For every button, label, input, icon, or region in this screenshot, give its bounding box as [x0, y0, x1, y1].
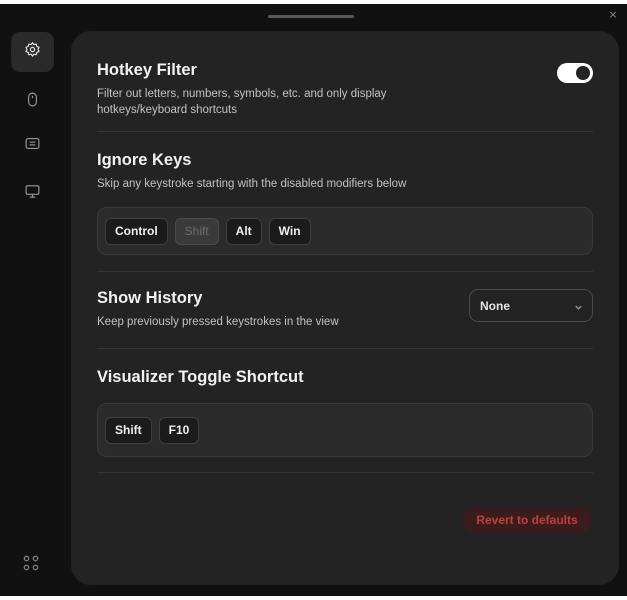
divider: [97, 348, 593, 349]
hotkey-filter-description: Filter out letters, numbers, symbols, et…: [97, 88, 387, 116]
chevron-down-icon: [574, 301, 583, 310]
sidebar-item-keyboard[interactable]: [11, 126, 54, 166]
ignore-keys-box-wrap: Control Shift Alt Win: [97, 207, 593, 255]
key-win[interactable]: Win: [268, 217, 311, 245]
grid-dots-icon[interactable]: [22, 554, 40, 572]
drag-handle[interactable]: [268, 15, 354, 18]
toggle-shortcut-box[interactable]: Shift F10: [97, 403, 593, 457]
gear-icon: [24, 41, 41, 63]
settings-panel: Hotkey Filter Filter out letters, number…: [71, 31, 619, 585]
sidebar-item-display[interactable]: [11, 174, 54, 214]
keyboard-icon: [24, 135, 41, 157]
divider: [97, 131, 593, 132]
shortcut-key-shift: Shift: [105, 416, 152, 444]
hotkey-filter-toggle[interactable]: [557, 63, 593, 83]
ignore-keys-section: Ignore Keys Skip any keystroke starting …: [97, 151, 593, 192]
revert-to-defaults-button[interactable]: Revert to defaults: [462, 507, 592, 533]
toggle-knob: [576, 66, 590, 80]
ignore-keys-box: Control Shift Alt Win: [97, 207, 593, 255]
sidebar-item-settings[interactable]: [11, 32, 54, 72]
hotkey-filter-title: Hotkey Filter: [97, 61, 197, 79]
key-alt[interactable]: Alt: [225, 217, 262, 245]
close-button[interactable]: ×: [606, 8, 620, 22]
sidebar-item-mouse[interactable]: [11, 82, 54, 122]
app-window: × Hotkey Filter Filter out letters, numb…: [0, 4, 627, 596]
show-history-section: Show History Keep previously pressed key…: [97, 289, 593, 329]
key-shift[interactable]: Shift: [174, 217, 219, 245]
show-history-select[interactable]: None: [469, 289, 593, 322]
select-value: None: [480, 298, 510, 313]
toggle-shortcut-title: Visualizer Toggle Shortcut: [97, 368, 304, 386]
key-control[interactable]: Control: [105, 217, 168, 245]
divider: [97, 472, 593, 473]
ignore-keys-title: Ignore Keys: [97, 151, 192, 169]
mouse-icon: [24, 91, 41, 113]
hotkey-filter-section: Hotkey Filter Filter out letters, number…: [97, 61, 593, 118]
monitor-icon: [24, 183, 41, 205]
ignore-keys-description: Skip any keystroke starting with the dis…: [97, 178, 407, 190]
sidebar: [0, 4, 68, 596]
toggle-shortcut-section: Visualizer Toggle Shortcut: [97, 368, 593, 387]
shortcut-key-f10: F10: [158, 416, 200, 444]
toggle-shortcut-box-wrap: Shift F10: [97, 403, 593, 457]
divider: [97, 271, 593, 272]
